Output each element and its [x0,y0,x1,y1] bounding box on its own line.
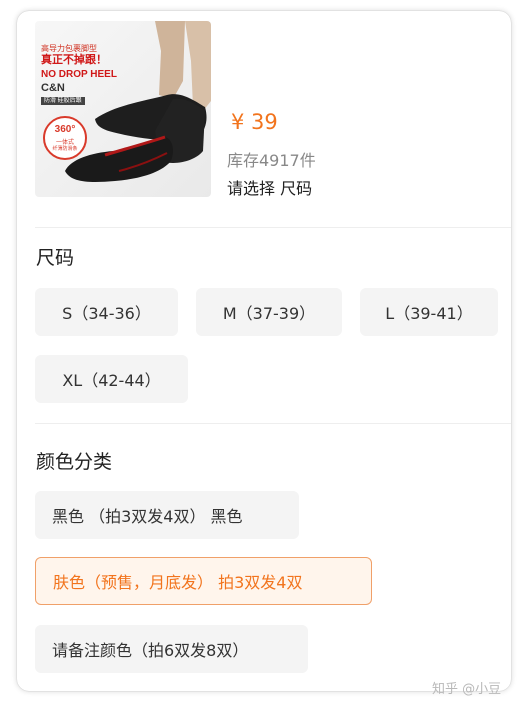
size-option-l[interactable]: L（39-41） [360,288,498,336]
size-option-s[interactable]: S（34-36） [35,288,178,336]
color-section-title: 颜色分类 [36,451,113,473]
image-caption-line3: NO DROP HEEL [41,69,117,80]
size-option-xl[interactable]: XL（42-44） [35,355,188,403]
badge-line2: 纤薄防滑条 [52,146,78,152]
image-tag: 防滑 硅胶后跟 [41,97,85,105]
size-option-m[interactable]: M（37-39） [196,288,342,336]
stock-count: 库存4917件 [227,151,316,170]
divider [35,423,511,424]
product-price: ¥ 39 [231,110,278,134]
selection-hint: 请选择 尺码 [227,179,313,198]
image-caption-line1: 高导力包裹脚型 [41,44,97,53]
sku-selector-panel: 高导力包裹脚型 真正不掉跟！ NO DROP HEEL C&N 防滑 硅胶后跟 … [17,11,511,691]
size-section-title: 尺码 [36,247,75,269]
product-image: 高导力包裹脚型 真正不掉跟！ NO DROP HEEL C&N 防滑 硅胶后跟 … [35,21,211,197]
divider [35,227,511,228]
color-option-black[interactable]: 黑色 （拍3双发4双） 黑色 [35,491,299,539]
color-option-skin-selected[interactable]: 肤色（预售，月底发） 拍3双发4双 [35,557,372,605]
image-caption-line2: 真正不掉跟！ [41,54,107,66]
badge-degree: 360° [54,124,76,135]
watermark: 知乎 @小豆 [432,682,502,697]
color-option-note-color[interactable]: 请备注颜色（拍6双发8双） [35,625,308,673]
brand-logo: C&N [41,82,65,94]
360-badge: 360° 一体式 纤薄防滑条 [43,116,87,160]
